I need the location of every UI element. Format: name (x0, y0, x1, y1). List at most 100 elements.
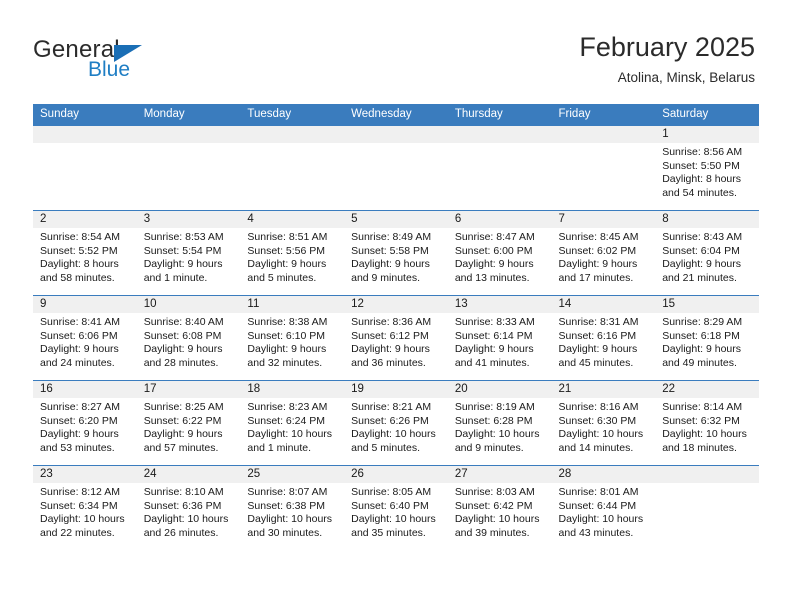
calendar-day-cell-empty (447, 125, 552, 211)
general-blue-logo[interactable]: General Blue (33, 36, 203, 86)
calendar-week-row: 9 Sunrise: 8:41 AM Sunset: 6:06 PM Daylight… (33, 295, 759, 381)
calendar-week-row: 16 Sunrise: 8:27 AM Sunset: 6:20 PM Dayligh… (33, 380, 759, 466)
daylight-text-line1: Daylight: 8 hours (662, 173, 742, 186)
calendar-day-cell[interactable]: 8 Sunrise: 8:43 AM Sunset: 6:04 PM Daylight… (655, 210, 759, 296)
calendar-day-cell[interactable]: 13 Sunrise: 8:33 AM Sunset: 6:14 PM Dayligh… (447, 295, 552, 381)
calendar-day-cell[interactable]: 14 Sunrise: 8:31 AM Sunset: 6:16 PM Dayligh… (551, 295, 656, 381)
sunset-text: Sunset: 6:14 PM (454, 329, 533, 342)
sunrise-text: Sunrise: 8:40 AM (143, 316, 224, 328)
daylight-text-line2: and 53 minutes. (40, 441, 115, 454)
sunrise-text: Sunrise: 8:43 AM (662, 231, 743, 243)
daylight-text-line2: and 39 minutes. (454, 526, 530, 539)
calendar-day-cell[interactable]: 25 Sunrise: 8:07 AM Sunset: 6:38 PM Dayligh… (240, 465, 345, 550)
day-number: 24 (136, 466, 241, 483)
day-number: 22 (655, 381, 759, 398)
calendar-day-cell[interactable]: 22 Sunrise: 8:14 AM Sunset: 6:32 PM Dayligh… (655, 380, 759, 466)
weekday-header-monday: Monday (136, 104, 241, 126)
calendar-day-cell[interactable]: 10 Sunrise: 8:40 AM Sunset: 6:08 PM Dayligh… (136, 295, 241, 381)
sunset-text: Sunset: 6:28 PM (454, 414, 533, 427)
sunrise-text: Sunrise: 8:56 AM (662, 146, 743, 158)
calendar-day-cell[interactable]: 19 Sunrise: 8:21 AM Sunset: 6:26 PM Dayligh… (344, 380, 448, 466)
calendar-day-cell[interactable]: 24 Sunrise: 8:10 AM Sunset: 6:36 PM Dayligh… (136, 465, 241, 550)
daylight-text-line2: and 13 minutes. (454, 271, 530, 284)
sunrise-text: Sunrise: 8:25 AM (143, 401, 224, 413)
sunset-text: Sunset: 6:10 PM (247, 329, 326, 342)
daylight-text-line2: and 5 minutes. (351, 441, 420, 454)
daylight-text-line1: Daylight: 9 hours (558, 258, 638, 271)
sunset-text: Sunset: 5:58 PM (351, 244, 429, 257)
calendar-day-cell[interactable]: 27 Sunrise: 8:03 AM Sunset: 6:42 PM Dayligh… (447, 465, 552, 550)
sunset-text: Sunset: 6:06 PM (40, 329, 118, 342)
daylight-text-line1: Daylight: 10 hours (558, 513, 644, 526)
calendar-day-cell[interactable]: 1 Sunrise: 8:56 AM Sunset: 5:50 PM Daylight… (655, 125, 759, 211)
calendar-day-cell[interactable]: 12 Sunrise: 8:36 AM Sunset: 6:12 PM Dayligh… (344, 295, 448, 381)
day-number (240, 126, 345, 143)
day-details: Sunrise: 8:43 AM Sunset: 6:04 PM Daylight:… (655, 228, 759, 285)
sunrise-text: Sunrise: 8:54 AM (40, 231, 120, 243)
calendar-day-cell[interactable]: 15 Sunrise: 8:29 AM Sunset: 6:18 PM Dayligh… (655, 295, 759, 381)
daylight-text-line1: Daylight: 10 hours (351, 513, 436, 526)
day-number: 2 (33, 211, 137, 228)
daylight-text-line2: and 5 minutes. (247, 271, 317, 284)
day-details: Sunrise: 8:19 AM Sunset: 6:28 PM Daylight:… (448, 398, 552, 455)
day-number: 6 (447, 211, 552, 228)
calendar-day-cell[interactable]: 11 Sunrise: 8:38 AM Sunset: 6:10 PM Dayligh… (240, 295, 345, 381)
daylight-text-line1: Daylight: 9 hours (454, 343, 534, 356)
day-number: 16 (33, 381, 137, 398)
daylight-text-line2: and 35 minutes. (351, 526, 426, 539)
day-details: Sunrise: 8:49 AM Sunset: 5:58 PM Daylight:… (344, 228, 448, 285)
calendar-day-cell[interactable]: 2 Sunrise: 8:54 AM Sunset: 5:52 PM Daylight… (33, 210, 137, 296)
sunrise-text: Sunrise: 8:31 AM (558, 316, 639, 328)
daylight-text-line1: Daylight: 9 hours (454, 258, 534, 271)
day-number: 8 (655, 211, 759, 228)
daylight-text-line1: Daylight: 10 hours (247, 428, 333, 441)
day-details: Sunrise: 8:10 AM Sunset: 6:36 PM Daylight:… (137, 483, 241, 540)
daylight-text-line2: and 22 minutes. (40, 526, 115, 539)
day-number: 7 (551, 211, 656, 228)
weekday-header-sunday: Sunday (33, 104, 137, 126)
daylight-text-line2: and 54 minutes. (662, 186, 737, 199)
sunset-text: Sunset: 6:18 PM (662, 329, 740, 342)
sunrise-text: Sunrise: 8:53 AM (143, 231, 224, 243)
sunrise-text: Sunrise: 8:03 AM (454, 486, 535, 498)
calendar-day-cell[interactable]: 26 Sunrise: 8:05 AM Sunset: 6:40 PM Dayligh… (344, 465, 448, 550)
day-number: 28 (551, 466, 656, 483)
day-details: Sunrise: 8:07 AM Sunset: 6:38 PM Daylight:… (240, 483, 344, 540)
daylight-text-line1: Daylight: 10 hours (558, 428, 644, 441)
calendar-day-cell[interactable]: 16 Sunrise: 8:27 AM Sunset: 6:20 PM Dayligh… (33, 380, 137, 466)
daylight-text-line1: Daylight: 9 hours (351, 343, 430, 356)
day-number: 18 (240, 381, 345, 398)
sunset-text: Sunset: 6:00 PM (454, 244, 533, 257)
calendar-day-cell[interactable]: 20 Sunrise: 8:19 AM Sunset: 6:28 PM Dayligh… (447, 380, 552, 466)
calendar-day-cell[interactable]: 3 Sunrise: 8:53 AM Sunset: 5:54 PM Daylight… (136, 210, 241, 296)
title-block: February 2025 Atolina, Minsk, Belarus (579, 30, 755, 88)
sunset-text: Sunset: 5:50 PM (662, 159, 740, 172)
calendar-day-cell[interactable]: 18 Sunrise: 8:23 AM Sunset: 6:24 PM Dayligh… (240, 380, 345, 466)
calendar-day-cell[interactable]: 4 Sunrise: 8:51 AM Sunset: 5:56 PM Daylight… (240, 210, 345, 296)
daylight-text-line1: Daylight: 10 hours (351, 428, 436, 441)
calendar-day-cell[interactable]: 5 Sunrise: 8:49 AM Sunset: 5:58 PM Daylight… (344, 210, 448, 296)
calendar-day-cell[interactable]: 23 Sunrise: 8:12 AM Sunset: 6:34 PM Dayligh… (33, 465, 137, 550)
day-number: 13 (447, 296, 552, 313)
calendar-day-cell[interactable]: 21 Sunrise: 8:16 AM Sunset: 6:30 PM Dayligh… (551, 380, 656, 466)
calendar-day-cell[interactable]: 17 Sunrise: 8:25 AM Sunset: 6:22 PM Dayligh… (136, 380, 241, 466)
daylight-text-line2: and 57 minutes. (143, 441, 219, 454)
day-number: 9 (33, 296, 137, 313)
calendar-day-cell[interactable]: 9 Sunrise: 8:41 AM Sunset: 6:06 PM Daylight… (33, 295, 137, 381)
sunset-text: Sunset: 6:26 PM (351, 414, 429, 427)
day-details: Sunrise: 8:38 AM Sunset: 6:10 PM Daylight:… (240, 313, 344, 370)
day-number: 27 (447, 466, 552, 483)
calendar-day-cell[interactable]: 28 Sunrise: 8:01 AM Sunset: 6:44 PM Dayligh… (551, 465, 656, 550)
daylight-text-line2: and 9 minutes. (351, 271, 420, 284)
calendar-day-cell-empty (240, 125, 345, 211)
weekday-header-wednesday: Wednesday (344, 104, 448, 126)
calendar-day-cell[interactable]: 7 Sunrise: 8:45 AM Sunset: 6:02 PM Daylight… (551, 210, 656, 296)
daylight-text-line1: Daylight: 10 hours (454, 428, 540, 441)
day-number: 23 (33, 466, 137, 483)
calendar-day-cell[interactable]: 6 Sunrise: 8:47 AM Sunset: 6:00 PM Daylight… (447, 210, 552, 296)
daylight-text-line2: and 21 minutes. (662, 271, 737, 284)
page-title: February 2025 (579, 32, 755, 62)
calendar-day-cell-empty (551, 125, 656, 211)
daylight-text-line2: and 45 minutes. (558, 356, 634, 369)
day-number (136, 126, 241, 143)
